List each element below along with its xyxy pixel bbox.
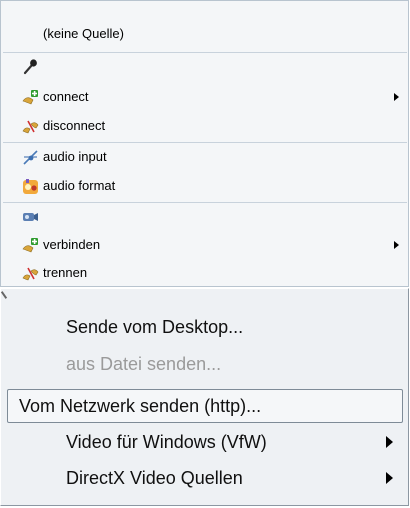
send-file-item[interactable]: aus Datei senden... [7,347,403,381]
audio-input-icon [23,150,38,165]
submenu-arrow-icon [386,436,393,448]
send-desktop-item[interactable]: Sende vom Desktop... [7,310,403,344]
video-for-windows-item[interactable]: Video für Windows (VfW) [7,425,403,459]
menu-separator [3,202,407,203]
menu-separator [3,142,407,143]
submenu-arrow-icon [394,241,399,249]
corner-mark [0,291,8,299]
source-context-menu: (keine Quelle) connect disconnect audio … [0,0,409,287]
disconnect-item[interactable]: disconnect [2,115,407,137]
connect-plug-icon [22,90,38,105]
microphone-icon [23,59,37,75]
verbinden-item[interactable]: verbinden [2,234,407,256]
audio-format-item[interactable]: audio format [2,175,407,197]
connect-item[interactable]: connect [2,86,407,108]
send-context-menu: Sende vom Desktop... aus Datei senden...… [0,288,409,506]
video-source-item[interactable] [2,205,407,227]
no-source-item[interactable]: (keine Quelle) [2,23,407,45]
audio-format-icon [23,179,38,194]
submenu-arrow-icon [386,472,393,484]
disconnect-plug-icon [22,120,39,134]
disconnect-plug-icon [22,267,39,281]
directx-video-sources-item[interactable]: DirectX Video Quellen [7,461,403,495]
audio-input-item[interactable]: audio input [2,146,407,168]
send-network-item[interactable]: Vom Netzwerk senden (http)... [7,389,403,423]
menu-separator [3,52,407,53]
video-camera-icon [23,213,38,221]
trennen-item[interactable]: trennen [2,262,407,284]
microphone-item[interactable] [2,55,407,77]
submenu-arrow-icon [394,93,399,101]
connect-plug-icon [22,238,38,253]
